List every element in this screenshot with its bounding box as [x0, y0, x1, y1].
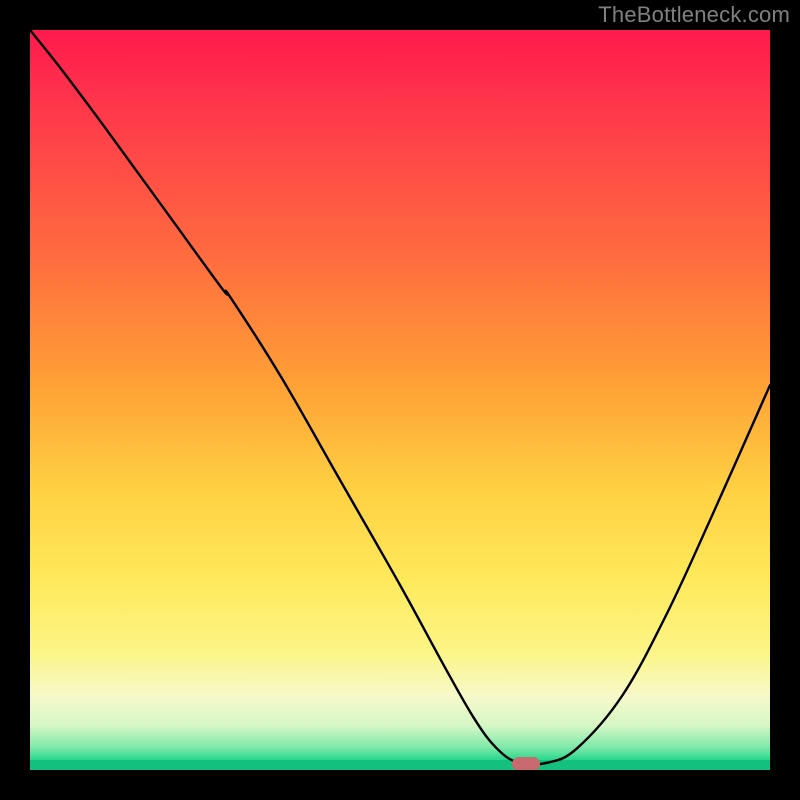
optimal-point-marker: [512, 757, 540, 770]
bottleneck-curve: [30, 30, 770, 770]
chart-frame: TheBottleneck.com: [0, 0, 800, 800]
plot-area: [30, 30, 770, 770]
watermark-text: TheBottleneck.com: [598, 2, 790, 28]
